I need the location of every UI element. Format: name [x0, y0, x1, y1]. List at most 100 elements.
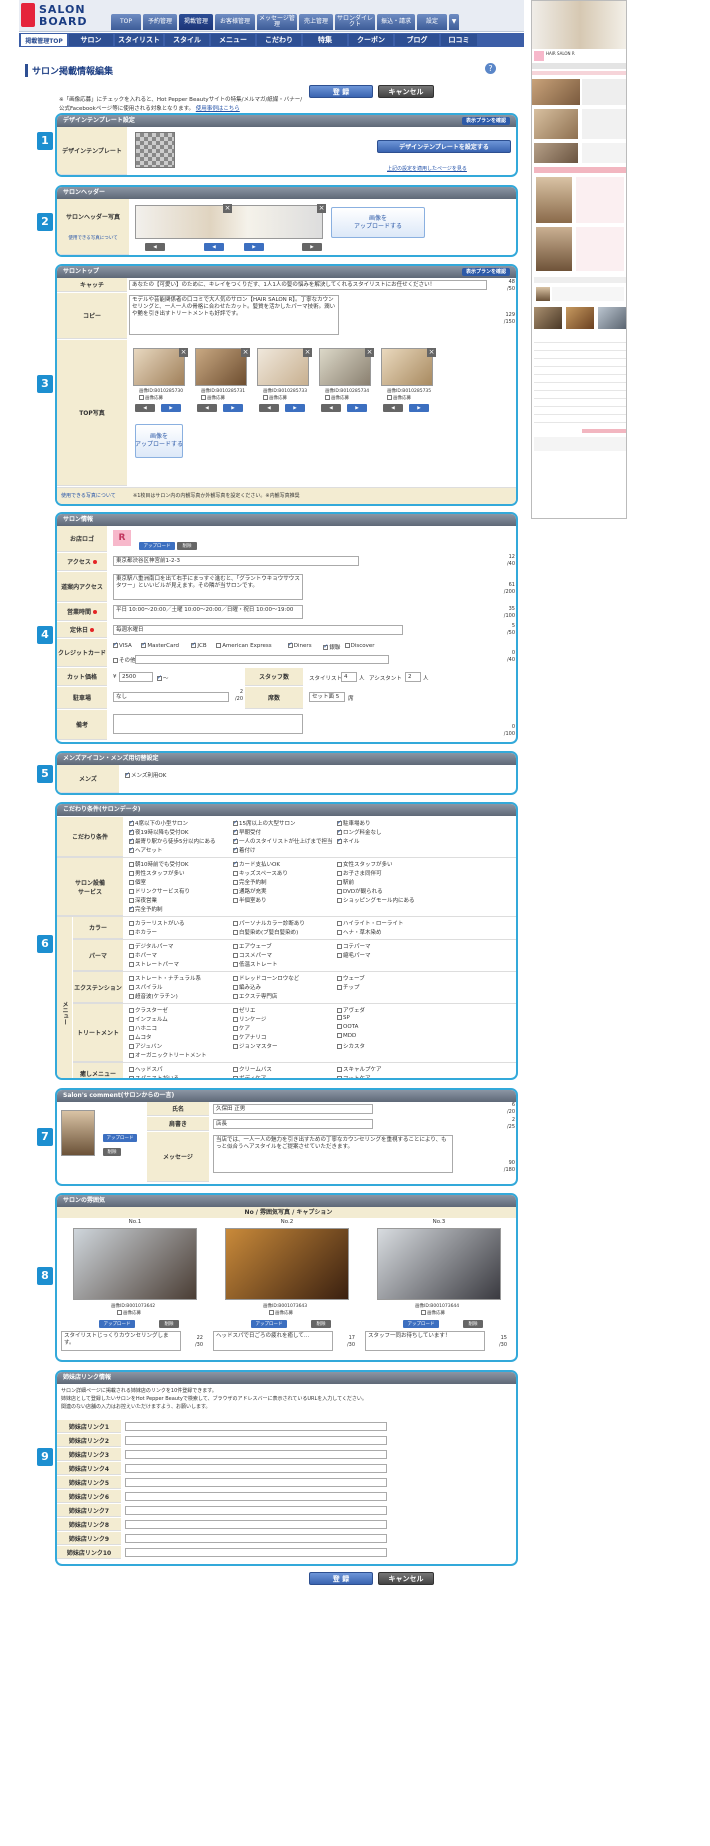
link-url-input[interactable]: [125, 1534, 387, 1543]
sub-nav-item[interactable]: サロン: [69, 34, 113, 46]
access-input[interactable]: 東京都渋谷区神宮前1-2-3: [113, 556, 359, 566]
checkbox-icon[interactable]: [191, 641, 196, 648]
kodawari-checkbox[interactable]: 着付け: [233, 846, 256, 854]
kodawari-checkbox[interactable]: ハホニコ: [129, 1024, 157, 1032]
stylist-count-input[interactable]: 4: [341, 672, 357, 682]
kodawari-checkbox[interactable]: クリームバス: [233, 1065, 272, 1073]
link-url-input[interactable]: [125, 1450, 387, 1459]
apply-checkbox[interactable]: 画像応募: [269, 1310, 293, 1316]
checkbox-icon[interactable]: [287, 641, 293, 648]
main-nav-item[interactable]: 設定: [417, 14, 447, 30]
kodawari-checkbox[interactable]: 低温ストレート: [233, 960, 278, 968]
kodawari-checkbox[interactable]: カラーリストがいる: [129, 919, 185, 927]
mens-checkbox[interactable]: メンズ利用OK: [125, 771, 166, 779]
checkbox-icon[interactable]: [233, 846, 238, 853]
card-checkbox[interactable]: VISA: [113, 641, 132, 649]
card-other-input[interactable]: [135, 655, 389, 664]
checkbox-icon[interactable]: [233, 828, 238, 835]
checkbox-icon[interactable]: [129, 862, 134, 867]
link-url-input[interactable]: [125, 1478, 387, 1487]
checkbox-icon[interactable]: [337, 862, 342, 867]
checkbox-icon[interactable]: [344, 643, 350, 648]
apply-checkbox[interactable]: 画像応募: [325, 395, 349, 401]
kodawari-checkbox[interactable]: スパイラル: [129, 983, 163, 991]
kodawari-checkbox[interactable]: エアウェーブ: [233, 942, 272, 950]
checkbox-icon[interactable]: [129, 1008, 134, 1013]
checkbox-icon[interactable]: [129, 930, 134, 935]
checkbox-icon[interactable]: [337, 1067, 342, 1072]
upload-image-button[interactable]: 画像を アップロードする: [331, 207, 425, 238]
checkbox-icon[interactable]: [233, 962, 238, 967]
catch-input[interactable]: あなたの【可愛い】のために、キレイをつくりだす、1人1人の髪の悩みを解決してくれ…: [129, 280, 487, 290]
checkbox-icon[interactable]: [233, 1008, 238, 1013]
checkbox-icon[interactable]: [117, 1310, 122, 1315]
kodawari-checkbox[interactable]: 4席以下の小型サロン: [129, 819, 188, 827]
close-icon[interactable]: ×: [303, 348, 312, 357]
kodawari-checkbox[interactable]: ケアナリコ: [233, 1033, 266, 1041]
apply-checkbox[interactable]: 画像応募: [139, 395, 163, 401]
checkbox-icon[interactable]: [129, 828, 134, 835]
checkbox-icon[interactable]: [129, 889, 134, 894]
apply-checkbox[interactable]: 画像応募: [201, 395, 225, 401]
kodawari-checkbox[interactable]: ジョンマスター: [233, 1042, 278, 1050]
copy-textarea[interactable]: モデルや芸能関係者の口コミで大人気のサロン【HAIR SALON R】。丁寧なカ…: [129, 295, 339, 335]
caption-textarea[interactable]: スタイリストじっくりカウンセリングします。: [61, 1331, 181, 1351]
register-button[interactable]: 登 録: [309, 1572, 373, 1585]
close-icon[interactable]: ×: [223, 204, 232, 213]
seats-input[interactable]: セット面 5: [309, 692, 345, 702]
upload-image-button[interactable]: 画像を アップロードする: [135, 424, 183, 458]
parking-input[interactable]: なし: [113, 692, 229, 702]
kodawari-checkbox[interactable]: ボディケア: [233, 1074, 266, 1078]
kodawari-checkbox[interactable]: ショッピングモール内にある: [337, 896, 415, 904]
set-template-button[interactable]: デザインテンプレートを設定する: [377, 140, 511, 153]
kodawari-checkbox[interactable]: 夜19時以降も受付OK: [129, 828, 188, 836]
usage-example-link[interactable]: 使用事例はこちら: [196, 106, 240, 112]
apply-checkbox[interactable]: 画像応募: [263, 395, 287, 401]
kodawari-checkbox[interactable]: OOTA: [337, 1024, 358, 1030]
kodawari-checkbox[interactable]: 最寄り駅から徒歩5分以内にある: [129, 837, 216, 845]
checkbox-icon[interactable]: [129, 976, 134, 981]
kodawari-checkbox[interactable]: シカスタ: [337, 1042, 365, 1050]
checkbox-icon[interactable]: [337, 944, 342, 949]
kodawari-checkbox[interactable]: 縮毛パーマ: [337, 951, 371, 959]
checkbox-icon[interactable]: [233, 985, 238, 990]
kodawari-checkbox[interactable]: ネイル: [337, 837, 360, 845]
checkbox-icon[interactable]: [129, 837, 134, 844]
checkbox-icon[interactable]: [233, 1026, 238, 1031]
kodawari-checkbox[interactable]: ウェーブ: [337, 974, 365, 982]
help-icon[interactable]: ?: [485, 63, 496, 74]
checkbox-icon[interactable]: [129, 921, 134, 926]
delete-button[interactable]: 削除: [463, 1320, 483, 1328]
kodawari-checkbox[interactable]: 白髪染め(ブ髪白髪染め): [233, 928, 298, 936]
kodawari-checkbox[interactable]: お子さま同伴可: [337, 869, 382, 877]
sub-nav-item[interactable]: ブログ: [395, 34, 439, 46]
kodawari-checkbox[interactable]: 女性スタッフが多い: [337, 860, 393, 868]
kodawari-checkbox[interactable]: ヘアセット: [129, 846, 162, 854]
checkbox-icon[interactable]: [233, 880, 238, 885]
sub-nav-item[interactable]: メニュー: [211, 34, 255, 46]
kodawari-checkbox[interactable]: ホパーマ: [129, 951, 157, 959]
preview-plan-button[interactable]: 表示プランを確認: [461, 268, 510, 276]
checkbox-icon[interactable]: [129, 1026, 134, 1031]
caption-textarea[interactable]: ヘッドスパで日ごろの疲れを癒して…: [213, 1331, 333, 1351]
checkbox-icon[interactable]: [233, 1017, 238, 1022]
cancel-button[interactable]: キャンセル: [378, 1572, 434, 1585]
kodawari-checkbox[interactable]: パーソナルカラー診断あり: [233, 919, 305, 927]
move-right-button[interactable]: ▶: [347, 404, 367, 412]
checkbox-icon[interactable]: [233, 994, 238, 999]
register-button[interactable]: 登 録: [309, 85, 373, 98]
kodawari-checkbox[interactable]: 一人のスタイリストが仕上げまで担当: [233, 837, 333, 845]
kodawari-checkbox[interactable]: スキャルプケア: [337, 1065, 382, 1073]
checkbox-icon[interactable]: [337, 985, 342, 990]
kodawari-checkbox[interactable]: SP: [337, 1015, 350, 1021]
checkbox-icon[interactable]: [233, 860, 238, 867]
kodawari-checkbox[interactable]: エクステ専門店: [233, 992, 277, 1000]
chevron-down-icon[interactable]: ▼: [449, 14, 459, 30]
apply-checkbox[interactable]: 画像応募: [117, 1310, 141, 1316]
sub-nav-item[interactable]: スタイリスト: [115, 34, 163, 46]
name-input[interactable]: 久保田 正男: [213, 1104, 373, 1114]
checkbox-icon[interactable]: [337, 921, 342, 926]
kodawari-checkbox[interactable]: DVDが観られる: [337, 887, 383, 895]
hours-textarea[interactable]: 平日 10:00～20:00／土曜 10:00～20:00／日曜・祝日 10:0…: [113, 605, 303, 619]
checkbox-icon[interactable]: [337, 1015, 342, 1020]
